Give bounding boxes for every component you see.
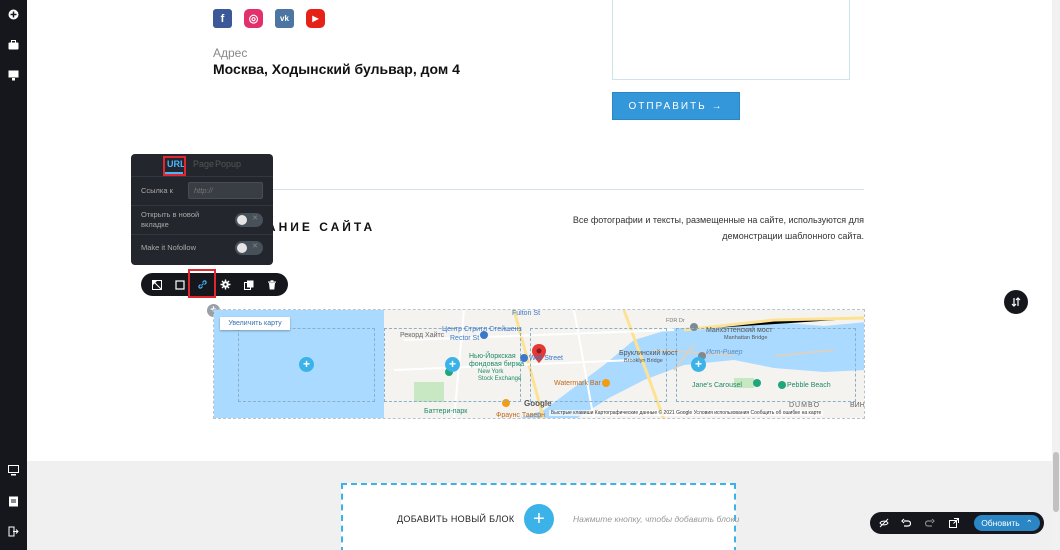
highlight-box-link	[188, 269, 216, 298]
nofollow-label: Make it Nofollow	[141, 243, 197, 252]
scrollbar-thumb[interactable]	[1053, 452, 1059, 512]
trash-icon[interactable]	[263, 276, 280, 293]
map-label: Jane's Carousel	[692, 382, 742, 389]
address-value: Москва, Ходынский бульвар, дом 4	[213, 61, 460, 77]
map-label: Центр Стритл Стейшенз	[442, 326, 522, 333]
enlarge-map-link[interactable]: Увеличить карту	[220, 317, 290, 330]
map-label: Manhattan Bridge	[724, 335, 768, 341]
desktop-icon[interactable]	[4, 461, 23, 480]
reorder-icon[interactable]	[1004, 290, 1028, 314]
scrollbar[interactable]	[1052, 0, 1060, 550]
update-label: Обновить	[981, 518, 1020, 528]
disclaimer-line-1: Все фотографии и тексты, размещенные на …	[572, 215, 864, 225]
popover-divider	[131, 205, 273, 206]
map-label: Fulton St	[512, 310, 541, 317]
map-label: Wall Street	[529, 355, 563, 362]
toggle-off-icon: ✕	[252, 215, 258, 222]
add-to-column-button[interactable]: +	[691, 357, 706, 372]
social-links: f ◎ vk ▶	[213, 9, 325, 28]
add-to-column-button[interactable]: +	[299, 357, 314, 372]
map-label: Rector St	[450, 335, 480, 342]
map-label: Нью-Йоркская	[469, 353, 516, 360]
new-tab-label: Открыть в новой вкладке	[141, 210, 199, 230]
youtube-icon[interactable]: ▶	[306, 9, 325, 28]
monitor-edit-icon[interactable]	[4, 66, 23, 85]
tab-popup[interactable]: Popup	[215, 159, 241, 169]
tab-page[interactable]: Page	[193, 159, 214, 169]
map-label: Фраунс Таверн	[496, 412, 545, 419]
add-block-panel: ДОБАВИТЬ НОВЫЙ БЛОК + Нажмите кнопку, чт…	[341, 483, 740, 550]
map-label: FDR Dr	[666, 318, 685, 324]
add-block-hint: Нажмите кнопку, чтобы добавить блоки	[573, 514, 740, 524]
map-column-placeholder	[530, 328, 667, 402]
new-tab-toggle[interactable]: ✕	[235, 213, 263, 227]
new-tab-label-line-2: вкладке	[141, 220, 169, 229]
link-to-label: Ссылка к	[141, 186, 173, 195]
external-preview-icon[interactable]	[946, 515, 962, 531]
bottom-action-bar: Обновить ⌃	[870, 512, 1044, 534]
google-logo: Google	[524, 399, 552, 408]
toggle-off-icon: ✕	[252, 243, 258, 250]
pages-icon[interactable]	[4, 492, 23, 511]
popover-tabs: URL Page Popup	[131, 154, 273, 174]
map-label: ВИН	[850, 402, 865, 409]
undo-icon[interactable]	[898, 515, 914, 531]
crop-icon[interactable]	[148, 276, 165, 293]
address-label: Адрес	[213, 46, 248, 60]
update-button[interactable]: Обновить ⌃	[974, 515, 1040, 531]
add-icon[interactable]	[4, 5, 23, 24]
map-label: фондовая биржа	[469, 361, 525, 368]
briefcase-icon[interactable]	[4, 35, 23, 54]
duplicate-icon[interactable]	[240, 276, 257, 293]
vk-icon[interactable]: vk	[275, 9, 294, 28]
map-attribution: Быстрые клавиши Картографические данные …	[549, 410, 824, 416]
disclaimer-text: Все фотографии и тексты, размещенные на …	[560, 212, 864, 244]
hide-icon[interactable]	[876, 515, 892, 531]
section-divider	[213, 189, 864, 190]
url-input[interactable]: http://	[188, 182, 263, 199]
send-button[interactable]: ОТПРАВИТЬ →	[612, 92, 740, 120]
map-label: Watermark Bar	[554, 380, 601, 387]
left-sidebar	[0, 0, 27, 550]
redo-icon[interactable]	[922, 515, 938, 531]
disclaimer-line-2: демонстрации шаблонного сайта.	[722, 231, 864, 241]
map-label: Brooklyn Bridge	[624, 358, 663, 364]
add-to-column-button[interactable]: +	[445, 357, 460, 372]
chevron-up-icon[interactable]: ⌃	[1026, 518, 1033, 529]
map-label: Манхэттенский мост	[706, 327, 773, 334]
message-textarea[interactable]	[612, 0, 850, 80]
square-icon[interactable]	[171, 276, 188, 293]
map-label: Бруклинский мост	[619, 350, 678, 357]
add-block-button[interactable]: +	[524, 504, 554, 534]
highlight-box-tab	[163, 156, 186, 176]
map-label: Ист-Ривер	[706, 349, 743, 356]
instagram-icon[interactable]: ◎	[244, 9, 263, 28]
popover-divider	[131, 176, 273, 177]
map-label: New York	[478, 369, 504, 375]
map-label: Баттери-парк	[424, 408, 468, 415]
logout-icon[interactable]	[4, 522, 23, 541]
nofollow-toggle[interactable]: ✕	[235, 241, 263, 255]
popover-divider	[131, 234, 273, 235]
map-widget[interactable]: Увеличить карту Fulton St Рекорд Хайтс Ц…	[213, 309, 865, 419]
map-label: DUMBO	[789, 402, 821, 409]
gear-icon[interactable]	[217, 276, 234, 293]
facebook-icon[interactable]: f	[213, 9, 232, 28]
new-tab-label-line-1: Открыть в новой	[141, 210, 200, 219]
add-block-label: ДОБАВИТЬ НОВЫЙ БЛОК	[397, 514, 515, 524]
map-label: Рекорд Хайтс	[400, 332, 445, 339]
map-label: Stock Exchange	[478, 376, 522, 382]
link-settings-popover: URL Page Popup Ссылка к http:// Открыть …	[131, 154, 273, 265]
map-label: Pebble Beach	[787, 382, 831, 389]
